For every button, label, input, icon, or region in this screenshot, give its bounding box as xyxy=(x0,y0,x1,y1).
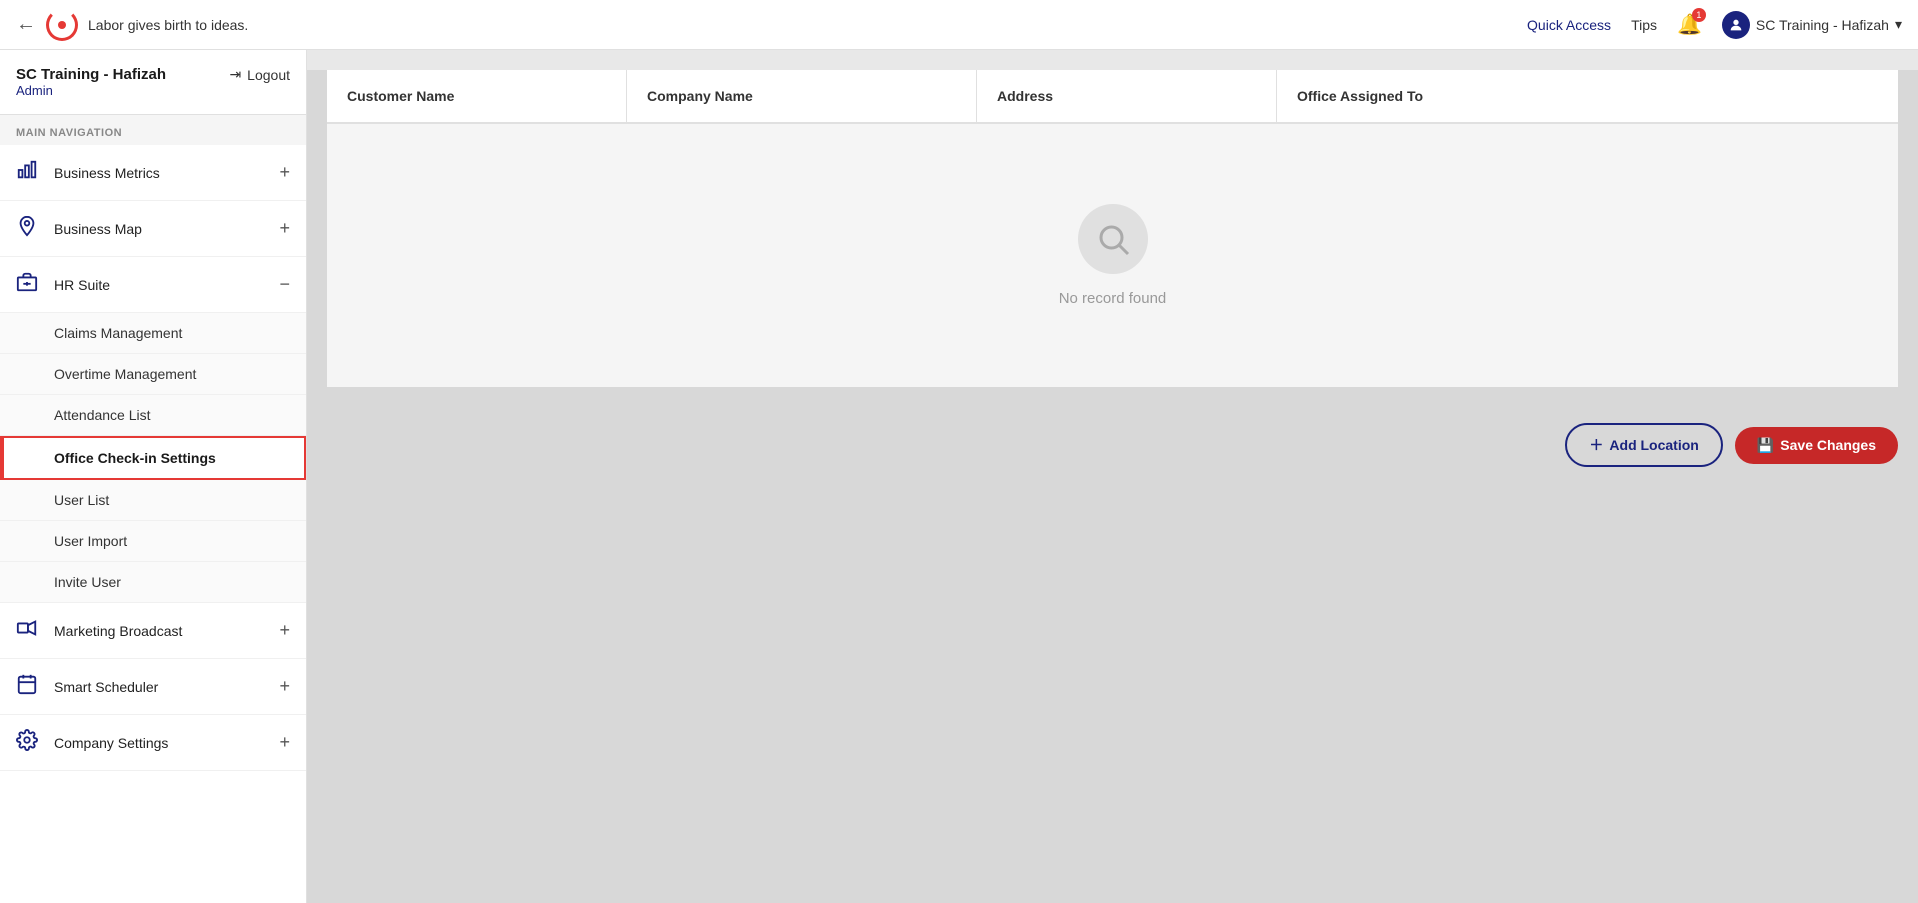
hr-suite-sub-items: Claims Management Overtime Management At… xyxy=(0,313,306,603)
sidebar-item-marketing-broadcast[interactable]: Marketing Broadcast + xyxy=(0,603,306,659)
sidebar-user-info: SC Training - Hafizah Admin xyxy=(16,66,166,98)
sidebar-item-claims-management[interactable]: Claims Management xyxy=(0,313,306,354)
marketing-broadcast-icon xyxy=(16,617,44,644)
add-location-label: Add Location xyxy=(1609,437,1698,453)
save-changes-button[interactable]: 💾 Save Changes xyxy=(1735,427,1898,464)
sidebar-item-smart-scheduler[interactable]: Smart Scheduler + xyxy=(0,659,306,715)
sidebar-item-label-marketing-broadcast: Marketing Broadcast xyxy=(54,623,279,639)
business-metrics-icon xyxy=(16,159,44,186)
hr-suite-toggle[interactable]: − xyxy=(279,274,290,295)
header-left: ← Labor gives birth to ideas. xyxy=(16,9,248,41)
content-area: Customer Name Company Name Address Offic… xyxy=(307,50,1918,903)
sidebar-item-business-map[interactable]: Business Map + xyxy=(0,201,306,257)
company-settings-toggle[interactable]: + xyxy=(279,732,290,753)
sidebar-item-attendance-list[interactable]: Attendance List xyxy=(0,395,306,436)
sidebar-item-company-settings[interactable]: Company Settings + xyxy=(0,715,306,771)
col-office-assigned: Office Assigned To xyxy=(1277,70,1898,122)
smart-scheduler-icon xyxy=(16,673,44,700)
sidebar-user-name: SC Training - Hafizah xyxy=(16,66,166,83)
sidebar-item-business-metrics[interactable]: Business Metrics + xyxy=(0,145,306,201)
company-settings-icon xyxy=(16,729,44,756)
top-header: ← Labor gives birth to ideas. Quick Acce… xyxy=(0,0,1918,50)
business-map-icon xyxy=(16,215,44,242)
sidebar-user-role: Admin xyxy=(16,83,166,98)
col-customer-name: Customer Name xyxy=(327,70,627,122)
header-tagline: Labor gives birth to ideas. xyxy=(88,17,248,33)
save-changes-label: Save Changes xyxy=(1780,437,1876,453)
empty-state: No record found xyxy=(327,124,1898,387)
logout-button[interactable]: ⇥ Logout xyxy=(229,66,290,83)
sidebar-item-label-smart-scheduler: Smart Scheduler xyxy=(54,679,279,695)
business-map-toggle[interactable]: + xyxy=(279,218,290,239)
hr-suite-icon xyxy=(16,271,44,298)
sidebar-item-user-import[interactable]: User Import xyxy=(0,521,306,562)
main-layout: SC Training - Hafizah Admin ⇥ Logout MAI… xyxy=(0,50,1918,903)
sidebar-item-label-hr-suite: HR Suite xyxy=(54,277,279,293)
tips-link[interactable]: Tips xyxy=(1631,17,1657,33)
sidebar-item-invite-user[interactable]: Invite User xyxy=(0,562,306,603)
notif-badge: 1 xyxy=(1692,8,1706,22)
bottom-actions: ＋ Add Location 💾 Save Changes xyxy=(307,407,1918,483)
col-address: Address xyxy=(977,70,1277,122)
user-avatar xyxy=(1722,11,1750,39)
header-right: Quick Access Tips 🔔 1 SC Training - Hafi… xyxy=(1527,11,1902,39)
logout-icon: ⇥ xyxy=(229,66,241,83)
empty-search-icon xyxy=(1078,204,1148,274)
sidebar-item-hr-suite[interactable]: HR Suite − xyxy=(0,257,306,313)
logo-icon xyxy=(46,9,78,41)
marketing-broadcast-toggle[interactable]: + xyxy=(279,620,290,641)
empty-state-text: No record found xyxy=(1059,290,1167,307)
sidebar: SC Training - Hafizah Admin ⇥ Logout MAI… xyxy=(0,50,307,903)
smart-scheduler-toggle[interactable]: + xyxy=(279,676,290,697)
col-company-name: Company Name xyxy=(627,70,977,122)
nav-section-label: MAIN NAVIGATION xyxy=(0,115,306,145)
data-table-container: Customer Name Company Name Address Offic… xyxy=(327,70,1898,387)
save-icon: 💾 xyxy=(1757,437,1774,454)
user-label: SC Training - Hafizah xyxy=(1756,17,1889,33)
sidebar-user-section: SC Training - Hafizah Admin ⇥ Logout xyxy=(0,50,306,115)
quick-access-link[interactable]: Quick Access xyxy=(1527,17,1611,33)
add-location-plus-icon: ＋ xyxy=(1589,435,1603,455)
sidebar-item-label-company-settings: Company Settings xyxy=(54,735,279,751)
sidebar-item-office-checkin-settings[interactable]: Office Check-in Settings xyxy=(0,436,306,480)
search-svg-icon xyxy=(1095,221,1131,257)
sidebar-item-overtime-management[interactable]: Overtime Management xyxy=(0,354,306,395)
main-panel: Customer Name Company Name Address Offic… xyxy=(307,70,1918,903)
notification-bell[interactable]: 🔔 1 xyxy=(1677,12,1702,37)
sidebar-item-label-business-metrics: Business Metrics xyxy=(54,165,279,181)
table-header: Customer Name Company Name Address Offic… xyxy=(327,70,1898,124)
user-menu[interactable]: SC Training - Hafizah ▾ xyxy=(1722,11,1902,39)
chevron-down-icon: ▾ xyxy=(1895,16,1902,33)
logout-label: Logout xyxy=(247,67,290,83)
back-button[interactable]: ← xyxy=(16,13,36,36)
business-metrics-toggle[interactable]: + xyxy=(279,162,290,183)
sidebar-item-user-list[interactable]: User List xyxy=(0,480,306,521)
sidebar-item-label-business-map: Business Map xyxy=(54,221,279,237)
add-location-button[interactable]: ＋ Add Location xyxy=(1565,423,1722,467)
